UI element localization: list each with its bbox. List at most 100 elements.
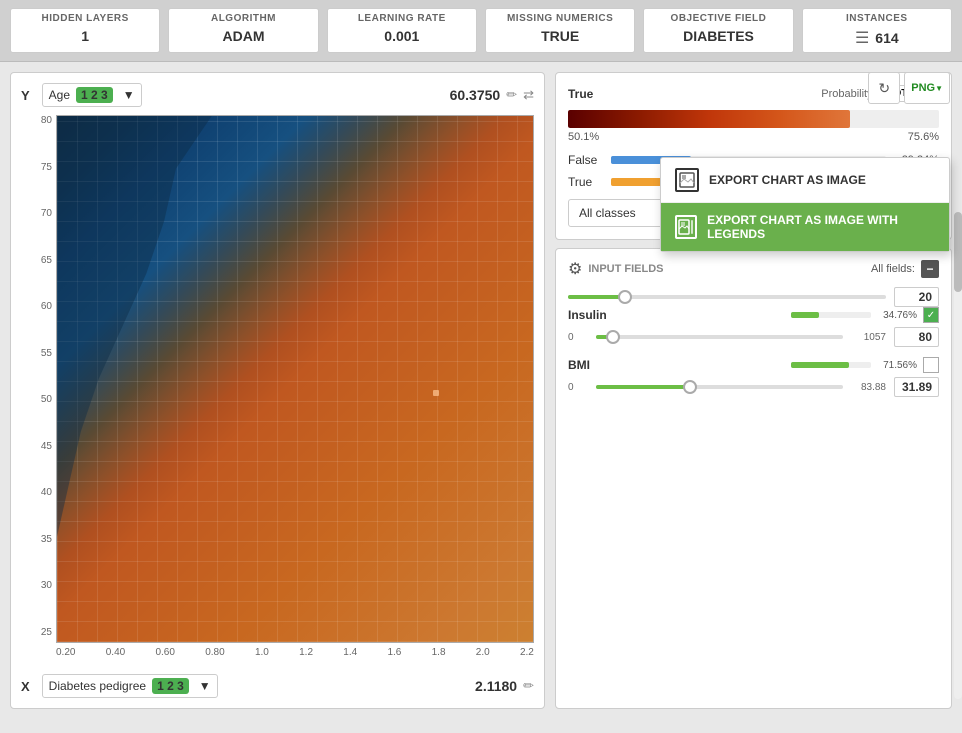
export-image-legends-button[interactable]: EXPORT CHART AS IMAGE WITH LEGENDS bbox=[661, 203, 949, 251]
bmi-mini-fill bbox=[791, 362, 849, 368]
top-right-buttons: ↻ PNG ▼ bbox=[868, 72, 950, 104]
insulin-checkmark: ✓ bbox=[927, 310, 935, 321]
param-hidden-layers-value: 1 bbox=[81, 28, 89, 44]
first-slider-value[interactable]: 20 bbox=[894, 287, 939, 307]
y-value-number: 60.3750 bbox=[450, 87, 501, 103]
bmi-value[interactable]: 31.89 bbox=[894, 377, 939, 397]
input-header-left: ⚙ INPUT FIELDS bbox=[568, 259, 664, 279]
y-edit-icon[interactable]: ✏ bbox=[506, 87, 517, 103]
heatmap[interactable] bbox=[56, 115, 534, 643]
y-axis-label: Y bbox=[21, 88, 30, 103]
y-axis-arrow-icon: ▼ bbox=[123, 88, 135, 102]
insulin-mini-bar bbox=[791, 312, 871, 318]
chart-and-xaxis: 0.20 0.40 0.60 0.80 1.0 1.2 1.4 1.6 1.8 … bbox=[56, 115, 534, 668]
all-classes-label: All classes bbox=[579, 206, 636, 220]
input-header-right: All fields: − bbox=[871, 260, 939, 278]
input-fields-title: INPUT FIELDS bbox=[588, 263, 663, 275]
insulin-slider-row: 0 1057 80 bbox=[568, 327, 939, 347]
true-sub-label: True bbox=[568, 175, 603, 189]
param-algorithm: ALGORITHM ADAM bbox=[168, 8, 318, 53]
heatmap-marker bbox=[433, 390, 439, 396]
param-missing-numerics-value: TRUE bbox=[541, 28, 579, 44]
insulin-slider-min: 0 bbox=[568, 332, 588, 343]
main-prob-bar-container: ▼ 50.1% 75.6% bbox=[568, 110, 939, 143]
y-axis-badge: 1 2 3 bbox=[76, 87, 113, 103]
x-edit-icon[interactable]: ✏ bbox=[523, 678, 534, 694]
bmi-field-row: BMI 71.56% 0 83.88 bbox=[568, 357, 939, 397]
param-missing-numerics-label: MISSING NUMERICS bbox=[507, 13, 613, 24]
y-axis-dropdown[interactable]: Age 1 2 3 ▼ bbox=[42, 83, 142, 107]
bmi-right: 71.56% bbox=[791, 357, 939, 373]
export-image-button[interactable]: EXPORT CHART AS IMAGE bbox=[661, 158, 949, 203]
png-export-button[interactable]: PNG ▼ bbox=[904, 72, 950, 104]
bmi-slider-track[interactable] bbox=[596, 385, 843, 389]
param-instances-label: INSTANCES bbox=[846, 13, 908, 24]
insulin-slider-thumb[interactable] bbox=[606, 330, 620, 344]
y-axis-field: Age bbox=[49, 88, 70, 102]
first-slider-thumb[interactable] bbox=[618, 290, 632, 304]
param-learning-rate-label: LEARNING RATE bbox=[358, 13, 446, 24]
y-refresh-icon[interactable]: ⇄ bbox=[523, 87, 534, 103]
x-value-display: 2.1180 ✏ bbox=[475, 678, 534, 694]
main-prob-pct1: 50.1% bbox=[568, 131, 599, 143]
insulin-pct: 34.76% bbox=[877, 310, 917, 321]
export-image-label: EXPORT CHART AS IMAGE bbox=[709, 173, 866, 187]
prob-true-label: True bbox=[568, 87, 593, 101]
x-axis-arrow-icon: ▼ bbox=[199, 679, 211, 693]
insulin-slider-max: 1057 bbox=[851, 332, 886, 343]
param-hidden-layers: HIDDEN LAYERS 1 bbox=[10, 8, 160, 53]
insulin-mini-fill bbox=[791, 312, 819, 318]
param-learning-rate-value: 0.001 bbox=[384, 28, 419, 44]
insulin-label-row: Insulin 34.76% ✓ bbox=[568, 307, 939, 323]
x-axis-dropdown[interactable]: Diabetes pedigree 1 2 3 ▼ bbox=[42, 674, 218, 698]
scrollbar[interactable] bbox=[954, 212, 962, 699]
param-learning-rate: LEARNING RATE 0.001 bbox=[327, 8, 477, 53]
bmi-field-name: BMI bbox=[568, 358, 590, 372]
first-slider-fill bbox=[568, 295, 625, 299]
png-arrow-icon: ▼ bbox=[935, 84, 943, 93]
instances-icon: ☰ bbox=[855, 28, 869, 48]
insulin-value[interactable]: 80 bbox=[894, 327, 939, 347]
param-hidden-layers-label: HIDDEN LAYERS bbox=[42, 13, 129, 24]
param-objective-field: OBJECTIVE FIELD DIABETES bbox=[643, 8, 793, 53]
bmi-slider-min: 0 bbox=[568, 382, 588, 393]
main-prob-pct2: 75.6% bbox=[908, 131, 939, 143]
chart-container: 80 75 70 65 60 55 50 45 40 35 30 25 bbox=[21, 115, 534, 668]
insulin-checkbox[interactable]: ✓ bbox=[923, 307, 939, 323]
param-instances-value: 614 bbox=[875, 30, 898, 46]
insulin-right: 34.76% ✓ bbox=[791, 307, 939, 323]
main-prob-bar-track bbox=[568, 110, 939, 128]
first-slider-track[interactable] bbox=[568, 295, 886, 299]
insulin-slider-track[interactable] bbox=[596, 335, 843, 339]
param-algorithm-value: ADAM bbox=[222, 28, 264, 44]
bmi-slider-fill bbox=[596, 385, 690, 389]
x-axis-field: Diabetes pedigree bbox=[49, 679, 146, 693]
input-header: ⚙ INPUT FIELDS All fields: − bbox=[568, 259, 939, 279]
prob-title: Probability bbox=[821, 88, 872, 100]
refresh-button[interactable]: ↻ bbox=[868, 72, 900, 104]
collapse-fields-button[interactable]: − bbox=[921, 260, 939, 278]
png-label: PNG bbox=[911, 82, 935, 94]
param-objective-field-value: DIABETES bbox=[683, 28, 754, 44]
x-axis-badge: 1 2 3 bbox=[152, 678, 189, 694]
bmi-checkbox[interactable] bbox=[923, 357, 939, 373]
export-legends-icon bbox=[675, 215, 697, 239]
first-slider-row: 20 bbox=[568, 287, 939, 307]
bmi-label-row: BMI 71.56% bbox=[568, 357, 939, 373]
scrollbar-thumb[interactable] bbox=[954, 212, 962, 292]
export-image-icon bbox=[675, 168, 699, 192]
bmi-slider-row: 0 83.88 31.89 bbox=[568, 377, 939, 397]
y-axis-toolbar: Y Age 1 2 3 ▼ 60.3750 ✏ ⇄ bbox=[21, 83, 534, 107]
x-value-number: 2.1180 bbox=[475, 678, 517, 694]
param-algorithm-label: ALGORITHM bbox=[211, 13, 276, 24]
x-axis-ticks: 0.20 0.40 0.60 0.80 1.0 1.2 1.4 1.6 1.8 … bbox=[56, 643, 534, 668]
bmi-slider-thumb[interactable] bbox=[683, 380, 697, 394]
main-prob-bar-labels: 50.1% 75.6% bbox=[568, 131, 939, 143]
param-instances: INSTANCES ☰ 614 bbox=[802, 8, 952, 53]
y-axis-ticks: 80 75 70 65 60 55 50 45 40 35 30 25 bbox=[21, 115, 56, 668]
param-objective-field-label: OBJECTIVE FIELD bbox=[671, 13, 767, 24]
x-axis-toolbar: X Diabetes pedigree 1 2 3 ▼ 2.1180 ✏ bbox=[21, 674, 534, 698]
main-area: ↻ PNG ▼ EXPORT CHART AS IMAGE bbox=[0, 62, 962, 719]
x-axis-label: X bbox=[21, 679, 30, 694]
export-legends-label: EXPORT CHART AS IMAGE WITH LEGENDS bbox=[707, 213, 935, 241]
